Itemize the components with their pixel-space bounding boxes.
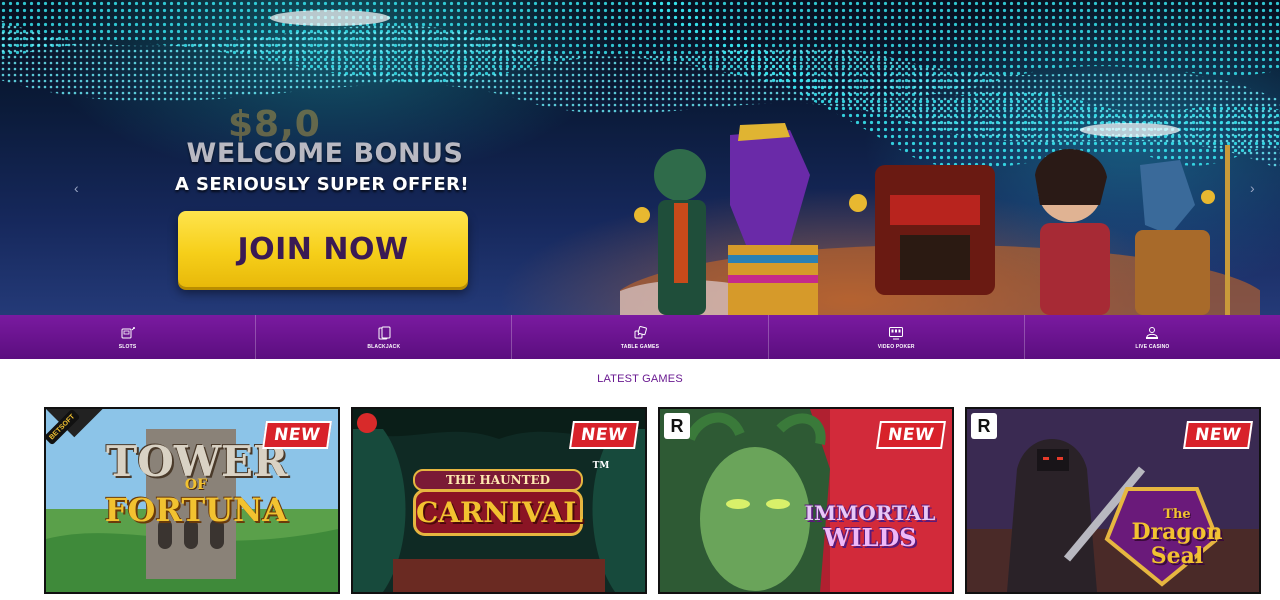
new-badge: NEW: [875, 421, 946, 449]
live-dealer-icon: [1146, 326, 1159, 339]
hero-banner[interactable]: ‹ › $8,0 WELCOME BONUS A SERIOUSLY SUPER…: [0, 0, 1280, 315]
new-badge: NEW: [1182, 421, 1253, 449]
category-label: LIVE CASINO: [1135, 343, 1170, 350]
bonus-subtitle: A SERIOUSLY SUPER OFFER!: [175, 174, 469, 195]
trademark-mark: TM: [592, 461, 610, 471]
category-label: TABLE GAMES: [620, 343, 660, 350]
game-title-line3: FORTUNA: [104, 491, 288, 529]
slot-machine-icon: [121, 326, 135, 338]
provider-logo: R: [971, 413, 997, 439]
provider-logo: R: [664, 413, 690, 439]
category-slots[interactable]: SLOTS: [0, 315, 257, 359]
dice-icon: [634, 325, 647, 338]
game-title-line1: IMMORTAL: [804, 501, 936, 525]
category-label: VIDEO POKER: [877, 343, 915, 350]
hero-characters-illustration: [620, 123, 1260, 315]
category-label: BLACKJACK: [367, 343, 401, 350]
game-tile-dragon-seal[interactable]: R The Dragon Seal NEW: [965, 407, 1261, 594]
category-label: SLOTS: [118, 343, 137, 350]
bonus-title: WELCOME BONUS: [186, 138, 464, 169]
join-now-button[interactable]: JOIN NOW: [178, 211, 468, 287]
carousel-prev-arrow[interactable]: ‹: [74, 180, 79, 196]
latest-games-heading: LATEST GAMES: [597, 373, 683, 385]
new-badge: NEW: [261, 421, 332, 449]
game-title-line3: Seal: [1150, 543, 1204, 569]
game-title-line2: CARNIVAL: [413, 489, 583, 536]
game-tile-haunted-carnival[interactable]: THE HAUNTED CARNIVAL TM NEW: [351, 407, 647, 594]
game-tile-tower-of-fortuna[interactable]: BETSOFT TOWER OF FORTUNA NEW: [44, 407, 340, 594]
game-title-line2: WILDS: [823, 523, 917, 552]
category-table-games[interactable]: TABLE GAMES: [512, 315, 769, 359]
category-live-casino[interactable]: LIVE CASINO: [1025, 315, 1280, 359]
category-nav: SLOTS BLACKJACK TABLE GAMES VIDEO POKER: [0, 315, 1280, 359]
cards-icon: [378, 326, 391, 339]
game-tile-immortal-wilds[interactable]: R IMMORTAL WILDS NEW: [658, 407, 954, 594]
game-title-line1: THE HAUNTED: [413, 469, 583, 491]
category-blackjack[interactable]: BLACKJACK: [256, 315, 513, 359]
new-badge: NEW: [568, 421, 639, 449]
game-title-line2: Dragon: [1131, 519, 1223, 545]
video-poker-icon: [889, 326, 904, 339]
category-video-poker[interactable]: VIDEO POKER: [769, 315, 1025, 359]
